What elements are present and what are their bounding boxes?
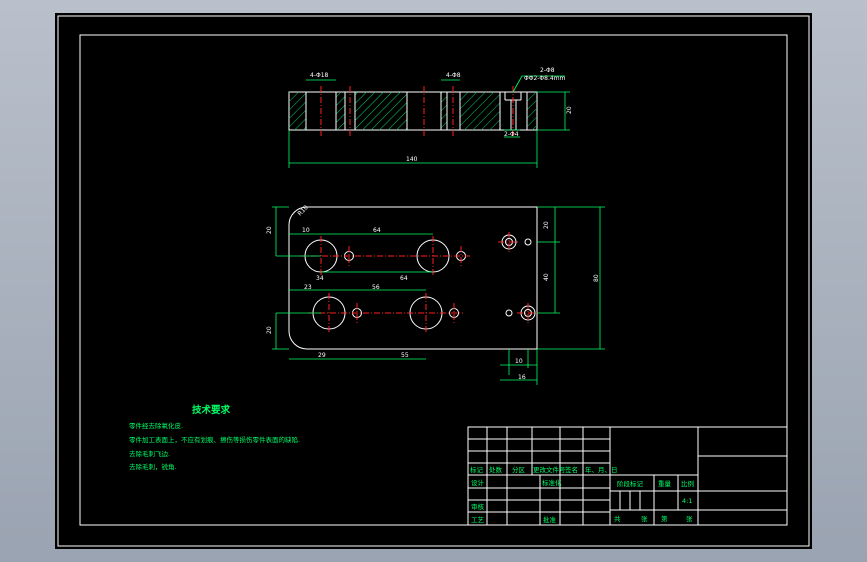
dim-counterbore-1: 2-Φ8 [540, 67, 555, 74]
hatch-3 [355, 92, 407, 130]
tb-scale-value: 4:1 [682, 497, 692, 505]
tech-req-line-1: 零件经去除氧化皮. [129, 421, 183, 430]
dim-height-20: 20 [566, 106, 573, 114]
tb-sheet-no: 第 [661, 514, 668, 523]
dim-23: 23 [304, 284, 312, 291]
tb-marks: 标记 [470, 465, 484, 474]
tb-process: 工艺 [471, 516, 485, 524]
dim-left-top-20: 20 [266, 226, 273, 234]
tb-stage-mark: 阶段标记 [617, 479, 644, 488]
tb-date: 年、月、日 [585, 465, 618, 474]
hatch-1 [289, 92, 306, 130]
dim-right-40: 40 [543, 273, 550, 281]
dim-55: 55 [401, 352, 409, 359]
tb-sheets-label: 张 [641, 514, 648, 523]
dim-64-mid: 64 [400, 275, 408, 282]
tech-req-line-3: 去除毛刺飞边. [129, 449, 170, 458]
hatch-4 [441, 92, 447, 130]
hatch-2 [336, 92, 345, 130]
dim-length-140: 140 [406, 156, 418, 163]
dim-right-80: 80 [593, 274, 600, 282]
tb-standard: 标准化 [542, 478, 562, 487]
hatch-6 [527, 92, 537, 130]
dim-29: 29 [318, 352, 326, 359]
dim-10-below: 10 [515, 358, 523, 365]
dim-56: 56 [372, 284, 380, 291]
dim-right-20: 20 [543, 221, 550, 229]
tech-req-line-4: 去除毛刺，锐角. [129, 462, 177, 471]
dim-64-top: 64 [373, 227, 381, 234]
tb-weight: 重量 [658, 480, 672, 488]
dim-10: 10 [302, 227, 310, 234]
tb-sheets-total: 共 [614, 514, 621, 523]
tb-zone: 分区 [512, 465, 526, 474]
cad-canvas: 4-Φ18 4-Φ8 2-Φ8 ΦΦ2-Φ8.4mm 2-Φ4 20 140 R… [55, 13, 812, 549]
tb-count: 处数 [489, 465, 503, 474]
tb-approve: 批准 [543, 515, 557, 524]
tb-signature: 签名 [565, 465, 578, 474]
hatch-5 [460, 92, 500, 130]
dim-34: 34 [316, 275, 324, 282]
dim-4-phi8: 4-Φ8 [446, 72, 461, 79]
tb-change-doc: 更改文件号 [533, 465, 566, 474]
dim-counterbore-2: ΦΦ2-Φ8.4mm [524, 75, 566, 82]
tech-req-line-2: 零件加工表面上，不应有划痕、擦伤等损伤零件表面的缺陷. [129, 435, 300, 444]
dim-16-below: 16 [518, 374, 526, 381]
dim-4-phi18: 4-Φ18 [310, 72, 329, 79]
dim-2-phi4: 2-Φ4 [504, 131, 519, 138]
dim-left-bottom-20: 20 [266, 326, 273, 334]
tech-req-title: 技术要求 [192, 404, 231, 416]
tb-design: 设计 [471, 478, 485, 487]
tb-scale: 比例 [681, 479, 694, 488]
tb-review: 审核 [471, 502, 485, 511]
tb-sheet-label: 张 [686, 514, 693, 523]
